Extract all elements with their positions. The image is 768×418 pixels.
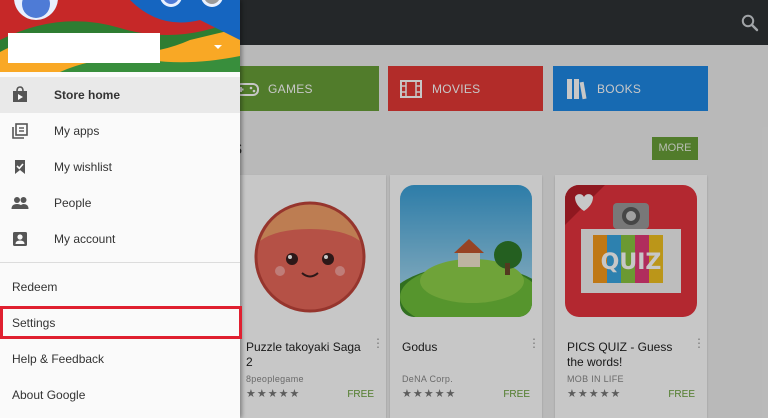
drawer-item-label: Redeem xyxy=(12,280,58,294)
drawer-item-label: People xyxy=(54,196,92,210)
drawer-divider xyxy=(0,262,240,263)
drawer-item-label: My wishlist xyxy=(54,160,113,174)
settings-highlight-box xyxy=(0,306,242,339)
drawer-item-store-home[interactable]: Store home xyxy=(0,77,240,113)
drawer-item-help-feedback[interactable]: Help & Feedback xyxy=(0,341,240,377)
drawer-item-my-account[interactable]: My account xyxy=(0,221,240,257)
drawer-item-label: My account xyxy=(54,232,116,246)
drawer-item-label: About Google xyxy=(12,388,86,402)
navigation-drawer: Store home My apps My wishlist People My… xyxy=(0,0,240,418)
account-name-redacted xyxy=(8,33,160,63)
store-icon xyxy=(13,86,27,102)
account-switcher-arrow-icon[interactable] xyxy=(214,45,222,49)
drawer-item-my-wishlist[interactable]: My wishlist xyxy=(0,149,240,185)
drawer-item-my-apps[interactable]: My apps xyxy=(0,113,240,149)
drawer-item-about-google[interactable]: About Google xyxy=(0,377,240,413)
drawer-item-label: Store home xyxy=(54,88,121,102)
account-icon xyxy=(13,232,27,246)
drawer-item-label: Help & Feedback xyxy=(12,352,105,366)
drawer-item-people[interactable]: People xyxy=(0,185,240,221)
people-icon xyxy=(11,197,29,209)
drawer-item-redeem[interactable]: Redeem xyxy=(0,269,240,305)
my-apps-icon xyxy=(12,123,28,139)
drawer-item-label: My apps xyxy=(54,124,100,138)
wishlist-icon xyxy=(15,160,25,174)
